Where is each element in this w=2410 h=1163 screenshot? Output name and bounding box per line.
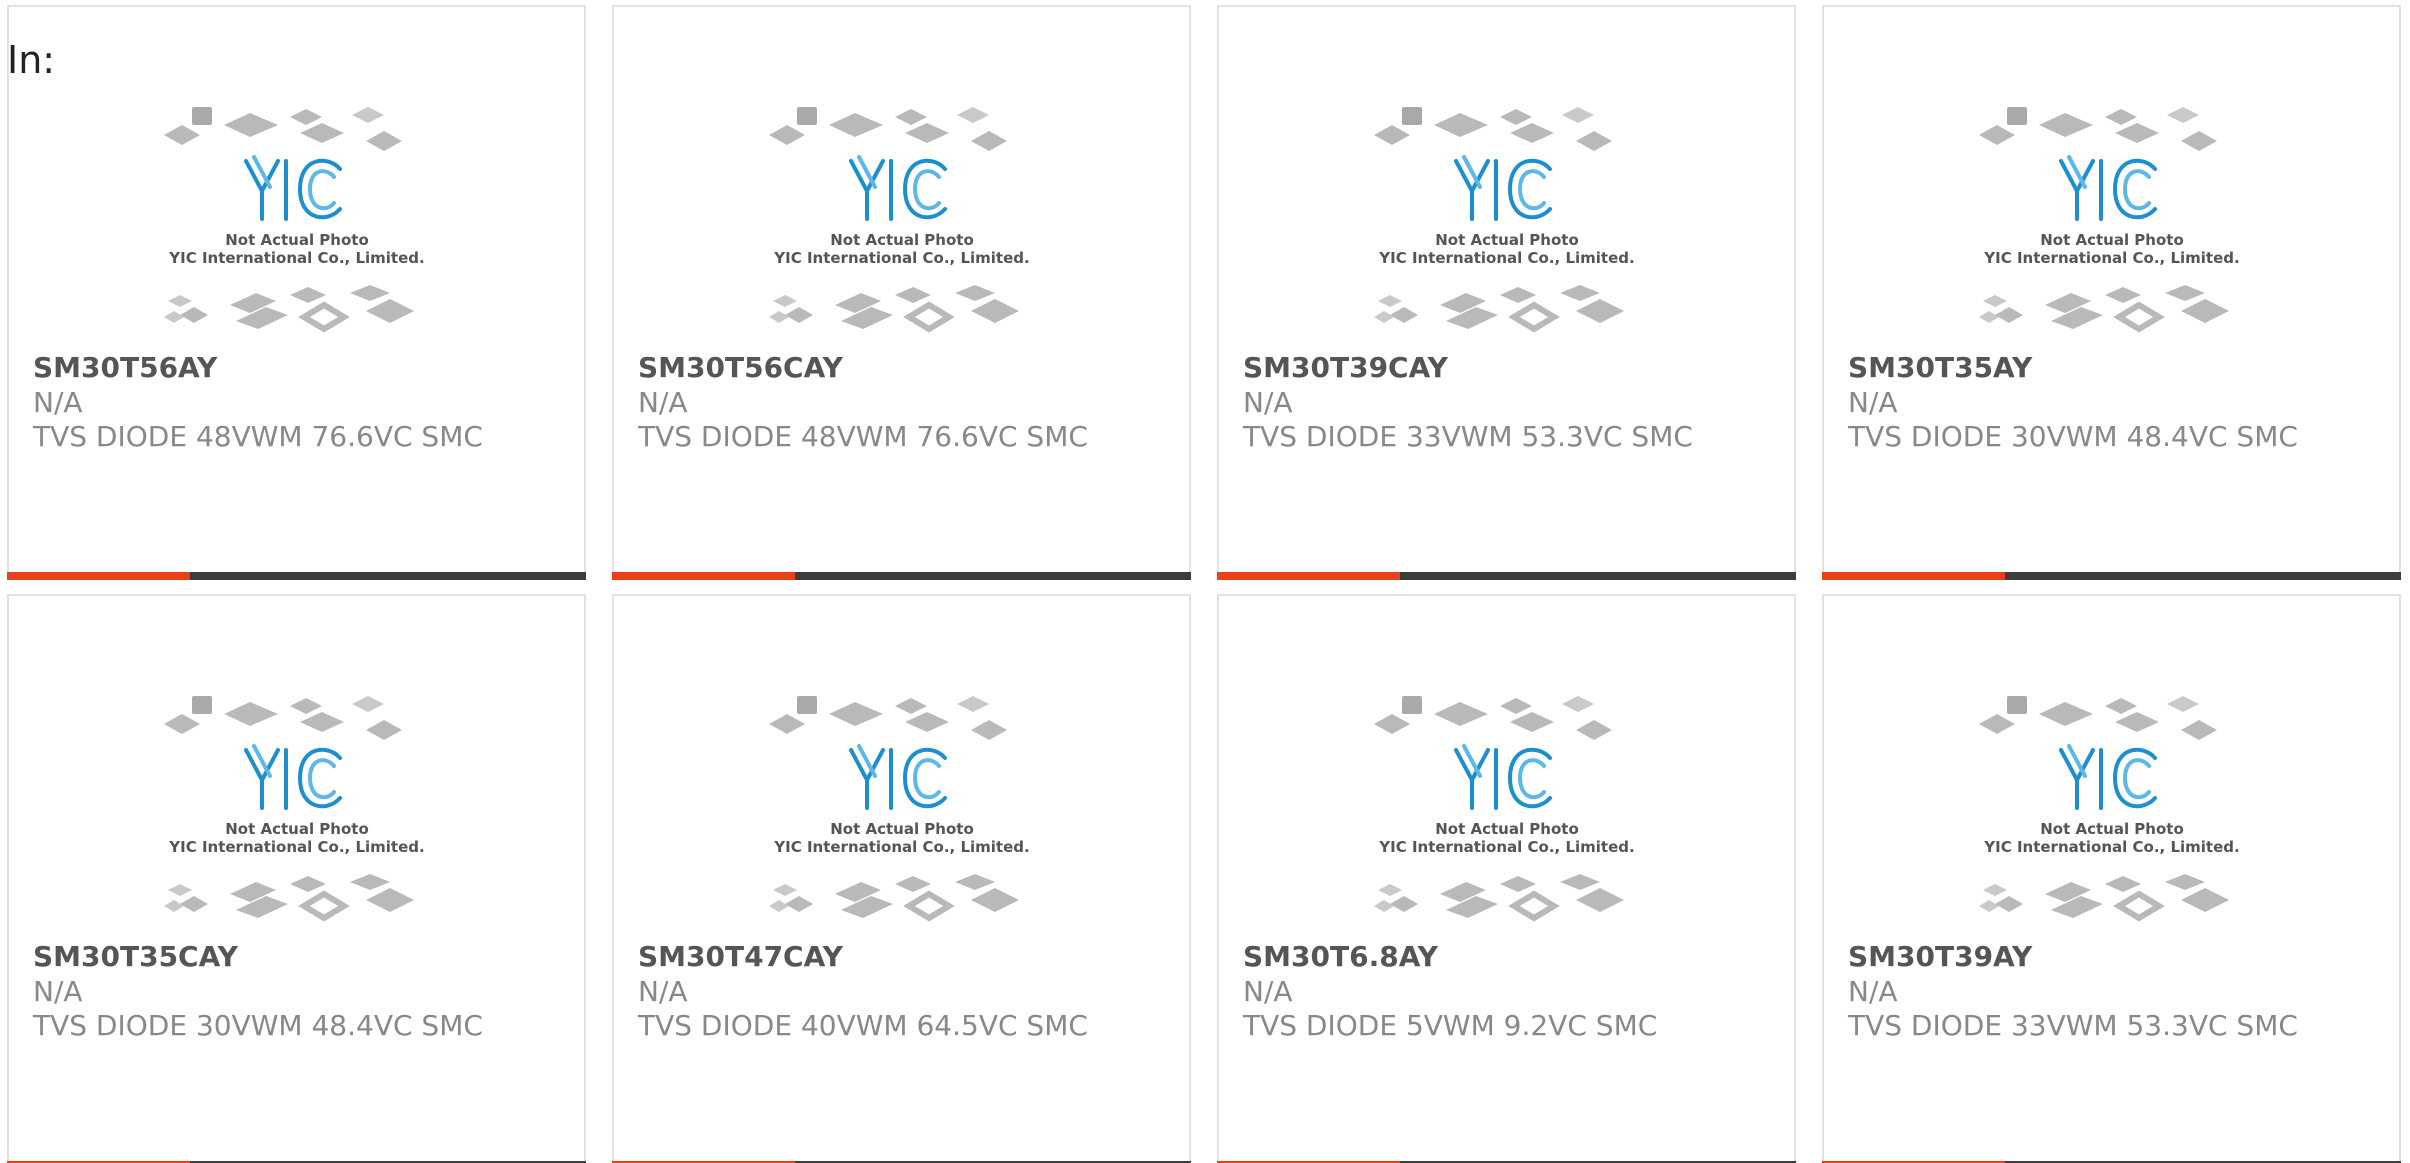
product-grid: Not Actual Photo YIC International Co., … [7, 5, 2403, 1163]
product-card[interactable]: Not Actual Photo YIC International Co., … [1217, 5, 1796, 580]
product-description: TVS DIODE 48VWM 76.6VC SMC [638, 420, 1088, 453]
product-card[interactable]: Not Actual Photo YIC International Co., … [1217, 594, 1796, 1163]
card-footer-bar [7, 572, 586, 580]
placeholder-caption-2: YIC International Co., Limited. [1378, 838, 1634, 856]
product-part-number[interactable]: SM30T56AY [33, 351, 217, 385]
chip-icons-bottom [164, 285, 414, 333]
placeholder-caption-1: Not Actual Photo [1435, 231, 1579, 249]
product-manufacturer: N/A [638, 386, 688, 419]
yic-logo-icon [849, 155, 947, 221]
placeholder-caption-1: Not Actual Photo [1435, 820, 1579, 838]
filter-in-label: In: [7, 38, 56, 82]
yic-logo-icon [244, 744, 342, 810]
product-placeholder-image[interactable]: Not Actual Photo YIC International Co., … [1364, 95, 1650, 345]
product-placeholder-image[interactable]: Not Actual Photo YIC International Co., … [1969, 684, 2255, 934]
product-description: TVS DIODE 33VWM 53.3VC SMC [1243, 420, 1693, 453]
product-description: TVS DIODE 33VWM 53.3VC SMC [1848, 1009, 2298, 1042]
product-description: TVS DIODE 30VWM 48.4VC SMC [1848, 420, 2298, 453]
chip-icons-bottom [1374, 285, 1624, 333]
product-part-number[interactable]: SM30T35CAY [33, 940, 238, 974]
product-manufacturer: N/A [1848, 975, 1898, 1008]
product-part-number[interactable]: SM30T35AY [1848, 351, 2032, 385]
placeholder-caption-2: YIC International Co., Limited. [1378, 249, 1634, 267]
placeholder-caption-1: Not Actual Photo [830, 231, 974, 249]
product-manufacturer: N/A [33, 975, 83, 1008]
card-footer-accent [612, 572, 795, 580]
product-placeholder-image[interactable]: Not Actual Photo YIC International Co., … [154, 684, 440, 934]
chip-icons-top [1374, 696, 1612, 740]
product-manufacturer: N/A [1848, 386, 1898, 419]
card-footer-accent [7, 572, 190, 580]
placeholder-caption-2: YIC International Co., Limited. [773, 838, 1029, 856]
product-description: TVS DIODE 40VWM 64.5VC SMC [638, 1009, 1088, 1042]
placeholder-caption-1: Not Actual Photo [2040, 820, 2184, 838]
placeholder-caption-2: YIC International Co., Limited. [168, 249, 424, 267]
chip-icons-bottom [769, 874, 1019, 922]
chip-icons-bottom [1374, 874, 1624, 922]
chip-icons-top [1374, 107, 1612, 151]
placeholder-caption-2: YIC International Co., Limited. [1983, 838, 2239, 856]
product-placeholder-image[interactable]: Not Actual Photo YIC International Co., … [1364, 684, 1650, 934]
product-placeholder-image[interactable]: Not Actual Photo YIC International Co., … [154, 95, 440, 345]
placeholder-caption-1: Not Actual Photo [830, 820, 974, 838]
chip-icons-top [1979, 696, 2217, 740]
product-card[interactable]: Not Actual Photo YIC International Co., … [612, 594, 1191, 1163]
card-footer-bar [1822, 572, 2401, 580]
product-part-number[interactable]: SM30T39AY [1848, 940, 2032, 974]
yic-logo-icon [1454, 744, 1552, 810]
chip-icons-bottom [164, 874, 414, 922]
product-description: TVS DIODE 48VWM 76.6VC SMC [33, 420, 483, 453]
product-part-number[interactable]: SM30T39CAY [1243, 351, 1448, 385]
product-card[interactable]: Not Actual Photo YIC International Co., … [612, 5, 1191, 580]
placeholder-caption-1: Not Actual Photo [225, 820, 369, 838]
yic-logo-icon [244, 155, 342, 221]
product-part-number[interactable]: SM30T56CAY [638, 351, 843, 385]
card-footer-accent [1822, 572, 2005, 580]
product-part-number[interactable]: SM30T6.8AY [1243, 940, 1438, 974]
product-description: TVS DIODE 5VWM 9.2VC SMC [1243, 1009, 1658, 1042]
placeholder-caption-1: Not Actual Photo [2040, 231, 2184, 249]
product-placeholder-image[interactable]: Not Actual Photo YIC International Co., … [759, 684, 1045, 934]
product-part-number[interactable]: SM30T47CAY [638, 940, 843, 974]
card-footer-bar [612, 572, 1191, 580]
yic-logo-icon [2059, 155, 2157, 221]
yic-logo-icon [1454, 155, 1552, 221]
placeholder-caption-1: Not Actual Photo [225, 231, 369, 249]
placeholder-caption-2: YIC International Co., Limited. [1983, 249, 2239, 267]
chip-icons-bottom [1979, 874, 2229, 922]
card-footer-accent [1217, 572, 1400, 580]
product-listing-page: In: Not Actual Photo YIC International C… [0, 0, 2410, 1163]
chip-icons-top [164, 696, 402, 740]
product-manufacturer: N/A [1243, 386, 1293, 419]
product-description: TVS DIODE 30VWM 48.4VC SMC [33, 1009, 483, 1042]
chip-icons-top [164, 107, 402, 151]
chip-icons-top [769, 107, 1007, 151]
placeholder-caption-2: YIC International Co., Limited. [168, 838, 424, 856]
product-card[interactable]: Not Actual Photo YIC International Co., … [7, 594, 586, 1163]
chip-icons-bottom [1979, 285, 2229, 333]
product-manufacturer: N/A [638, 975, 688, 1008]
product-card[interactable]: Not Actual Photo YIC International Co., … [1822, 594, 2401, 1163]
product-placeholder-image[interactable]: Not Actual Photo YIC International Co., … [759, 95, 1045, 345]
product-placeholder-image[interactable]: Not Actual Photo YIC International Co., … [1969, 95, 2255, 345]
placeholder-caption-2: YIC International Co., Limited. [773, 249, 1029, 267]
chip-icons-bottom [769, 285, 1019, 333]
chip-icons-top [1979, 107, 2217, 151]
product-manufacturer: N/A [33, 386, 83, 419]
card-footer-bar [1217, 572, 1796, 580]
product-card[interactable]: Not Actual Photo YIC International Co., … [7, 5, 586, 580]
chip-icons-top [769, 696, 1007, 740]
product-card[interactable]: Not Actual Photo YIC International Co., … [1822, 5, 2401, 580]
yic-logo-icon [2059, 744, 2157, 810]
product-manufacturer: N/A [1243, 975, 1293, 1008]
yic-logo-icon [849, 744, 947, 810]
